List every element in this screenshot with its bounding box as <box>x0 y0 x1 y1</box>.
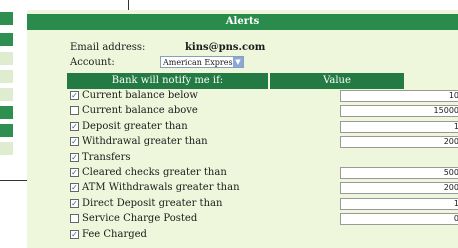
alert-checkbox[interactable]: ✓ <box>70 168 79 177</box>
alert-checkbox[interactable]: ✓ <box>70 153 79 162</box>
alert-value-input[interactable]: 0 <box>340 213 458 225</box>
email-value: kins@pns.com <box>185 42 266 53</box>
alert-row: Service Charge Posted 0 <box>70 212 458 227</box>
email-label: Email address: <box>70 42 146 53</box>
alert-checkbox[interactable]: ✓ <box>70 137 79 146</box>
left-tab-6[interactable] <box>0 106 13 119</box>
alert-label: Deposit greater than <box>82 121 188 132</box>
alert-row: ✓ ATM Withdrawals greater than 200 <box>70 181 458 196</box>
alert-row: ✓ Current balance below 10 <box>70 89 458 104</box>
alert-value-input[interactable]: 10 <box>340 90 458 102</box>
alert-label: Transfers <box>82 152 131 163</box>
alert-label: Current balance above <box>82 105 198 116</box>
chevron-down-icon[interactable]: ▼ <box>233 57 243 67</box>
alert-label: Cleared checks greater than <box>82 167 227 178</box>
alert-label: Fee Charged <box>82 229 147 240</box>
alert-label: Current balance below <box>82 90 198 101</box>
alert-checkbox[interactable] <box>70 106 79 115</box>
left-tab-1[interactable] <box>0 12 13 25</box>
alert-checkbox[interactable]: ✓ <box>70 183 79 192</box>
alert-row: ✓ Cleared checks greater than 500 <box>70 166 458 181</box>
alert-row: ✓ Withdrawal greater than 200 <box>70 135 458 150</box>
account-label: Account: <box>70 57 115 68</box>
alert-value-input[interactable]: 200 <box>340 182 458 194</box>
alert-value-input[interactable]: 15000 <box>340 105 458 117</box>
left-tab-5[interactable] <box>0 88 13 101</box>
alert-label: Service Charge Posted <box>82 213 198 224</box>
account-select[interactable]: American Express ▼ <box>160 56 244 68</box>
top-divider <box>128 0 129 10</box>
alert-checkbox[interactable]: ✓ <box>70 122 79 131</box>
left-tab-strip <box>0 0 13 180</box>
alert-checkbox[interactable] <box>70 214 79 223</box>
alert-label: Direct Deposit greater than <box>82 198 223 209</box>
alert-checkbox[interactable]: ✓ <box>70 230 79 239</box>
alert-row: ✓ Deposit greater than 1 <box>70 120 458 135</box>
alert-value-input[interactable]: 1 <box>340 198 458 210</box>
alert-label: ATM Withdrawals greater than <box>82 182 240 193</box>
table-header-notify: Bank will notify me if: <box>67 73 268 89</box>
alert-row: ✓ Direct Deposit greater than 1 <box>70 197 458 212</box>
left-tab-4[interactable] <box>0 70 13 83</box>
alert-value-input[interactable]: 500 <box>340 167 458 179</box>
table-header-value: Value <box>270 73 404 89</box>
alert-row: ✓ Fee Charged <box>70 228 400 243</box>
alert-checkbox[interactable]: ✓ <box>70 91 79 100</box>
alert-row: Current balance above 15000 <box>70 104 458 119</box>
alerts-title-bar: Alerts <box>27 14 458 30</box>
left-tab-7[interactable] <box>0 124 13 137</box>
alert-label: Withdrawal greater than <box>82 136 208 147</box>
page-title: Alerts <box>225 16 260 27</box>
alert-value-input[interactable]: 200 <box>340 136 458 148</box>
left-tab-8[interactable] <box>0 142 13 155</box>
left-tab-3[interactable] <box>0 52 13 65</box>
left-tab-2[interactable] <box>0 33 13 46</box>
alert-row: ✓ Transfers <box>70 151 400 166</box>
alert-checkbox[interactable]: ✓ <box>70 199 79 208</box>
alert-value-input[interactable]: 1 <box>340 121 458 133</box>
account-select-value: American Express <box>163 58 237 67</box>
